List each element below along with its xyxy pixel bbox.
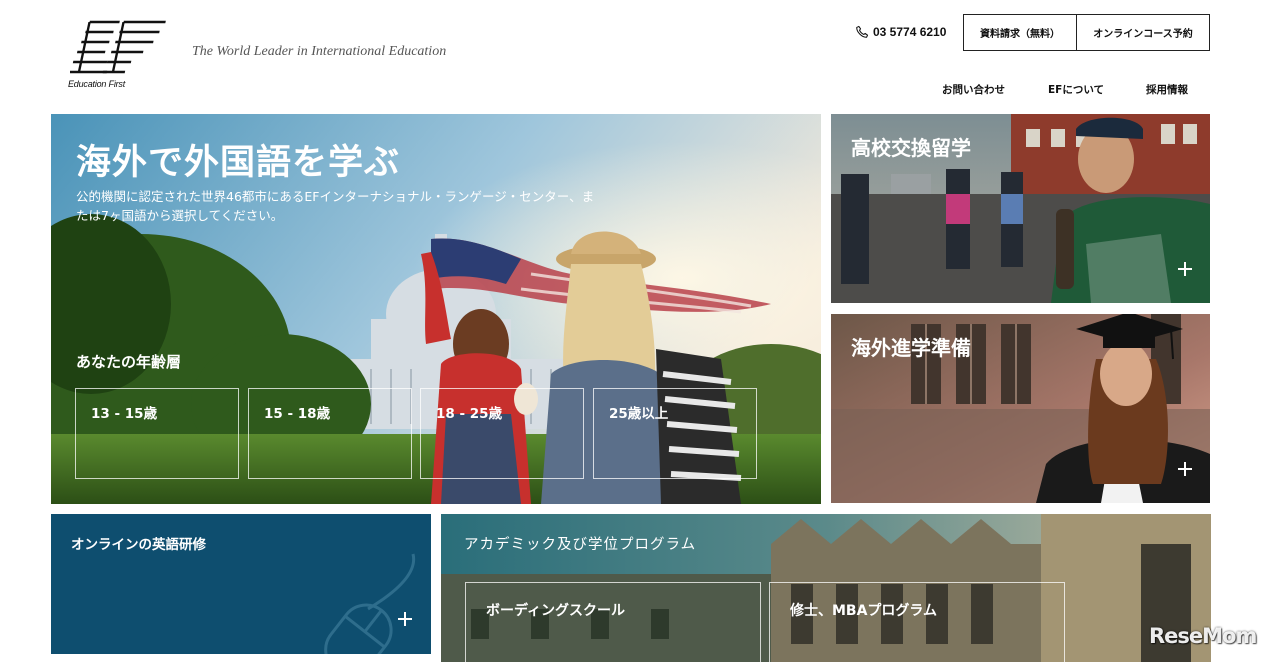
age-option-13-15[interactable]: 13 - 15歳 xyxy=(75,388,239,479)
study-abroad-prep-title: 海外進学準備 xyxy=(851,336,971,360)
nav-contact[interactable]: お問い合わせ xyxy=(942,82,1005,97)
academic-programs-tile: アカデミック及び学位プログラム ボーディングスクール 修士、MBAプログラム xyxy=(441,514,1211,662)
high-school-exchange-title: 高校交換留学 xyxy=(851,136,971,160)
nav-careers[interactable]: 採用情報 xyxy=(1146,82,1188,97)
high-school-exchange-tile[interactable]: 高校交換留学 xyxy=(831,114,1210,303)
age-option-25-plus[interactable]: 25歳以上 xyxy=(593,388,757,479)
online-course-booking-button[interactable]: オンラインコース予約 xyxy=(1077,15,1209,50)
age-option-15-18[interactable]: 15 - 18歳 xyxy=(248,388,412,479)
hero-description: 公的機関に認定された世界46都市にあるEFインターナショナル・ランゲージ・センタ… xyxy=(76,189,595,223)
plus-icon xyxy=(398,612,412,626)
online-english-tile[interactable]: オンラインの英語研修 xyxy=(51,514,431,654)
hero-title: 海外で外国語を学ぶ xyxy=(76,143,401,183)
plus-icon xyxy=(1178,462,1192,476)
phone-number[interactable]: 03 5774 6210 xyxy=(855,24,946,40)
plus-icon xyxy=(1178,262,1192,276)
age-option-label: 18 - 25歳 xyxy=(436,406,503,422)
computer-mouse-icon xyxy=(324,553,416,654)
resemom-watermark: ReseMom xyxy=(1149,624,1257,648)
online-english-title: オンラインの英語研修 xyxy=(71,537,206,553)
phone-icon xyxy=(856,25,869,38)
age-option-label: 25歳以上 xyxy=(609,406,669,422)
age-option-label: 15 - 18歳 xyxy=(264,406,331,422)
phone-label: 03 5774 6210 xyxy=(873,25,947,39)
boarding-school-option[interactable]: ボーディングスクール xyxy=(465,582,761,662)
age-option-label: 13 - 15歳 xyxy=(91,406,158,422)
header-buttons: 資料請求（無料） オンラインコース予約 xyxy=(963,14,1210,51)
academic-programs-title: アカデミック及び学位プログラム xyxy=(464,537,697,553)
ef-logo-mark xyxy=(70,20,166,74)
tagline: The World Leader in International Educat… xyxy=(192,44,447,59)
study-abroad-prep-tile[interactable]: 海外進学準備 xyxy=(831,314,1210,503)
masters-mba-label: 修士、MBAプログラム xyxy=(790,603,938,619)
masters-mba-option[interactable]: 修士、MBAプログラム xyxy=(769,582,1065,662)
nav-about-ef[interactable]: EFについて xyxy=(1048,82,1104,97)
boarding-school-label: ボーディングスクール xyxy=(486,603,626,619)
request-brochure-button[interactable]: 資料請求（無料） xyxy=(964,15,1077,50)
age-option-18-25[interactable]: 18 - 25歳 xyxy=(420,388,584,479)
age-group-heading: あなたの年齢層 xyxy=(76,353,182,371)
logo-subtext: Education First xyxy=(68,79,126,89)
ef-logo[interactable]: Education First xyxy=(68,20,168,90)
hero-language-tile[interactable]: 海外で外国語を学ぶ 公的機関に認定された世界46都市にあるEFインターナショナル… xyxy=(51,114,821,504)
